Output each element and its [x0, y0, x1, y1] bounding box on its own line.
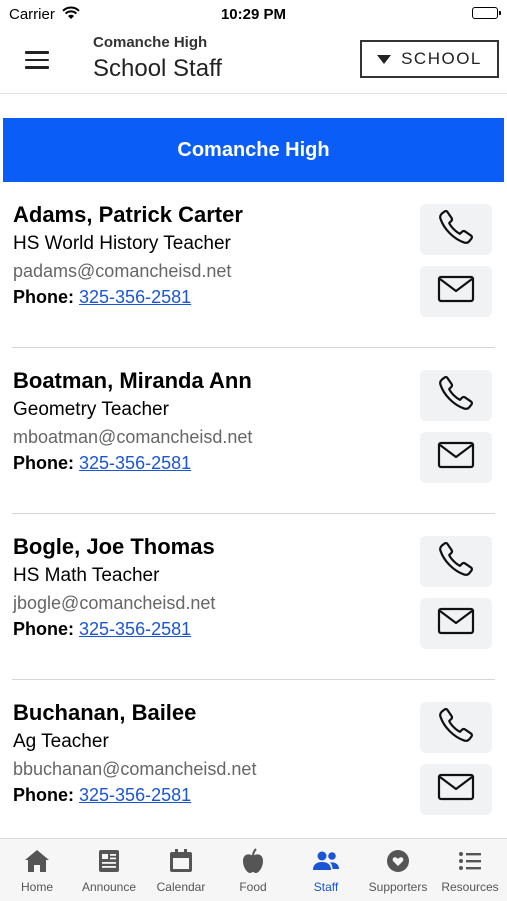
email-button[interactable]: [420, 764, 492, 815]
staff-card: Boatman, Miranda Ann Geometry Teacher mboa…: [0, 348, 507, 514]
mail-icon: [437, 772, 475, 807]
tab-label: Resources: [441, 880, 499, 894]
staff-card: Bogle, Joe Thomas HS Math Teacher jbogle@c…: [0, 514, 507, 680]
phone-icon: [437, 540, 475, 583]
staff-role: HS Math Teacher: [13, 565, 160, 586]
staff-role: HS World History Teacher: [13, 233, 231, 254]
clock: 10:29 PM: [220, 6, 287, 23]
staff-name: Boatman, Miranda Ann: [13, 368, 252, 393]
staff-phone-row: Phone: 325-356-2581: [13, 785, 191, 806]
staff-card: Adams, Patrick Carter HS World History Te…: [0, 182, 507, 348]
phone-link[interactable]: 325-356-2581: [79, 453, 191, 473]
phone-label: Phone:: [13, 287, 74, 307]
call-button[interactable]: [420, 370, 492, 421]
battery-icon: [472, 7, 501, 19]
email-button[interactable]: [420, 432, 492, 483]
staff-phone-row: Phone: 325-356-2581: [13, 619, 191, 640]
phone-link[interactable]: 325-356-2581: [79, 785, 191, 805]
home-icon: [22, 847, 52, 875]
header-subtitle: Comanche High: [93, 34, 208, 51]
staff-phone-row: Phone: 325-356-2581: [13, 287, 191, 308]
staff-email[interactable]: padams@comancheisd.net: [13, 261, 231, 282]
app-header: Comanche High School Staff SCHOOL: [0, 30, 507, 94]
page-title: School Staff: [93, 55, 222, 82]
newspaper-icon: [94, 847, 124, 875]
mail-icon: [437, 440, 475, 475]
apple-icon: [238, 847, 268, 875]
staff-card: Buchanan, Bailee Ag Teacher bbuchanan@coma…: [0, 680, 507, 846]
staff-name: Adams, Patrick Carter: [13, 202, 243, 227]
staff-phone-row: Phone: 325-356-2581: [13, 453, 191, 474]
triangle-down-icon: [377, 54, 392, 64]
staff-email[interactable]: jbogle@comancheisd.net: [13, 593, 215, 614]
phone-label: Phone:: [13, 453, 74, 473]
status-bar: Carrier 10:29 PM: [0, 0, 507, 30]
phone-icon: [437, 706, 475, 749]
people-icon: [311, 847, 341, 875]
mail-icon: [437, 606, 475, 641]
school-select-button[interactable]: SCHOOL: [360, 40, 499, 78]
school-banner: Comanche High: [3, 118, 504, 182]
tab-food[interactable]: Food: [217, 839, 289, 901]
calendar-icon: [166, 847, 196, 875]
tab-bar: Home Announce Calendar Food Staff Supporters R…: [0, 838, 507, 901]
phone-link[interactable]: 325-356-2581: [79, 619, 191, 639]
list-icon: [455, 847, 485, 875]
phone-link[interactable]: 325-356-2581: [79, 287, 191, 307]
staff-role: Ag Teacher: [13, 731, 109, 752]
staff-list: Adams, Patrick Carter HS World History Te…: [0, 182, 507, 846]
email-button[interactable]: [420, 598, 492, 649]
heart-icon: [383, 847, 413, 875]
staff-email[interactable]: bbuchanan@comancheisd.net: [13, 759, 256, 780]
call-button[interactable]: [420, 702, 492, 753]
email-button[interactable]: [420, 266, 492, 317]
call-button[interactable]: [420, 204, 492, 255]
staff-role: Geometry Teacher: [13, 399, 169, 420]
phone-icon: [437, 208, 475, 251]
phone-label: Phone:: [13, 619, 74, 639]
phone-label: Phone:: [13, 785, 74, 805]
call-button[interactable]: [420, 536, 492, 587]
hamburger-menu-icon[interactable]: [20, 46, 54, 74]
staff-name: Buchanan, Bailee: [13, 700, 197, 725]
staff-name: Bogle, Joe Thomas: [13, 534, 215, 559]
staff-email[interactable]: mboatman@comancheisd.net: [13, 427, 252, 448]
phone-icon: [437, 374, 475, 417]
mail-icon: [437, 274, 475, 309]
tab-resources[interactable]: Resources: [434, 839, 506, 901]
school-button-label: SCHOOL: [401, 49, 482, 68]
